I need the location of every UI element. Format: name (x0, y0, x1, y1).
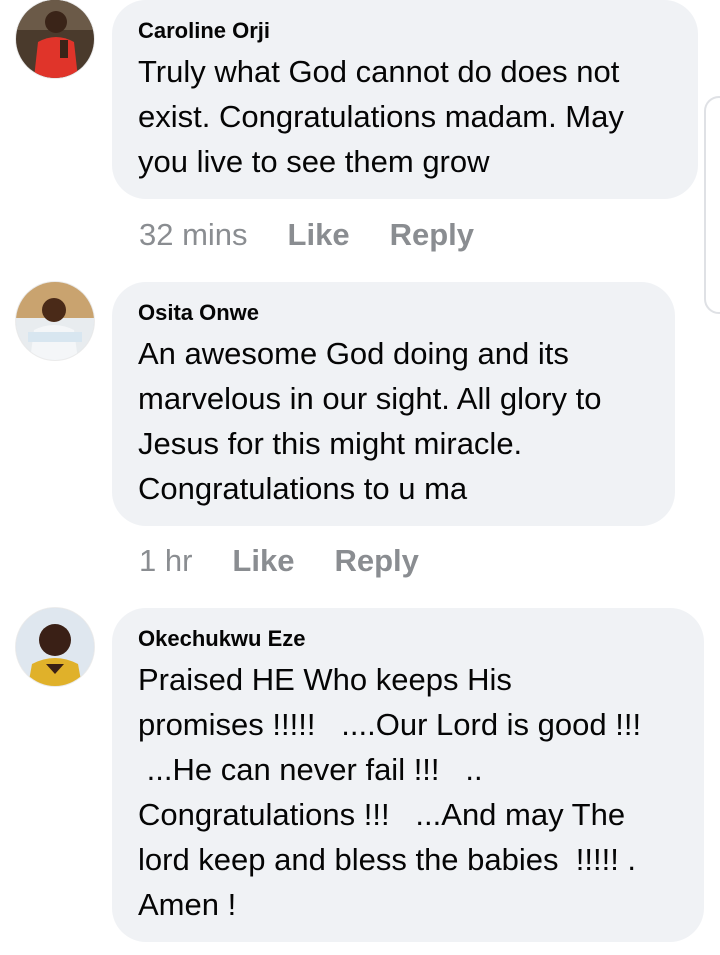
comment-bubble: Okechukwu Eze Praised HE Who keeps His p… (112, 608, 704, 942)
comment-author[interactable]: Okechukwu Eze (138, 625, 680, 653)
comment-thread: Caroline Orji Truly what God cannot do d… (0, 0, 720, 955)
comment-meta: 1 hr Like Reply (139, 541, 419, 581)
comment-text: An awesome God doing and its marvelous i… (138, 336, 602, 506)
reply-button[interactable]: Reply (334, 541, 418, 581)
like-button[interactable]: Like (288, 215, 350, 255)
comment-timestamp[interactable]: 1 hr (139, 541, 192, 581)
comment-author[interactable]: Caroline Orji (138, 17, 674, 45)
comment-author[interactable]: Osita Onwe (138, 299, 651, 327)
reply-button[interactable]: Reply (390, 215, 474, 255)
comment-meta: 32 mins Like Reply (139, 215, 474, 255)
comment-text: Praised HE Who keeps His promises !!!!! … (138, 662, 642, 922)
avatar-osita-onwe[interactable] (16, 282, 94, 360)
avatar-okechukwu-eze[interactable] (16, 608, 94, 686)
side-panel-edge (704, 96, 720, 314)
comment-timestamp[interactable]: 32 mins (139, 215, 248, 255)
comment-text: Truly what God cannot do does not exist.… (138, 54, 624, 179)
avatar-caroline-orji[interactable] (16, 0, 94, 78)
like-button[interactable]: Like (232, 541, 294, 581)
comment-bubble: Osita Onwe An awesome God doing and its … (112, 282, 675, 526)
comment-bubble: Caroline Orji Truly what God cannot do d… (112, 0, 698, 199)
